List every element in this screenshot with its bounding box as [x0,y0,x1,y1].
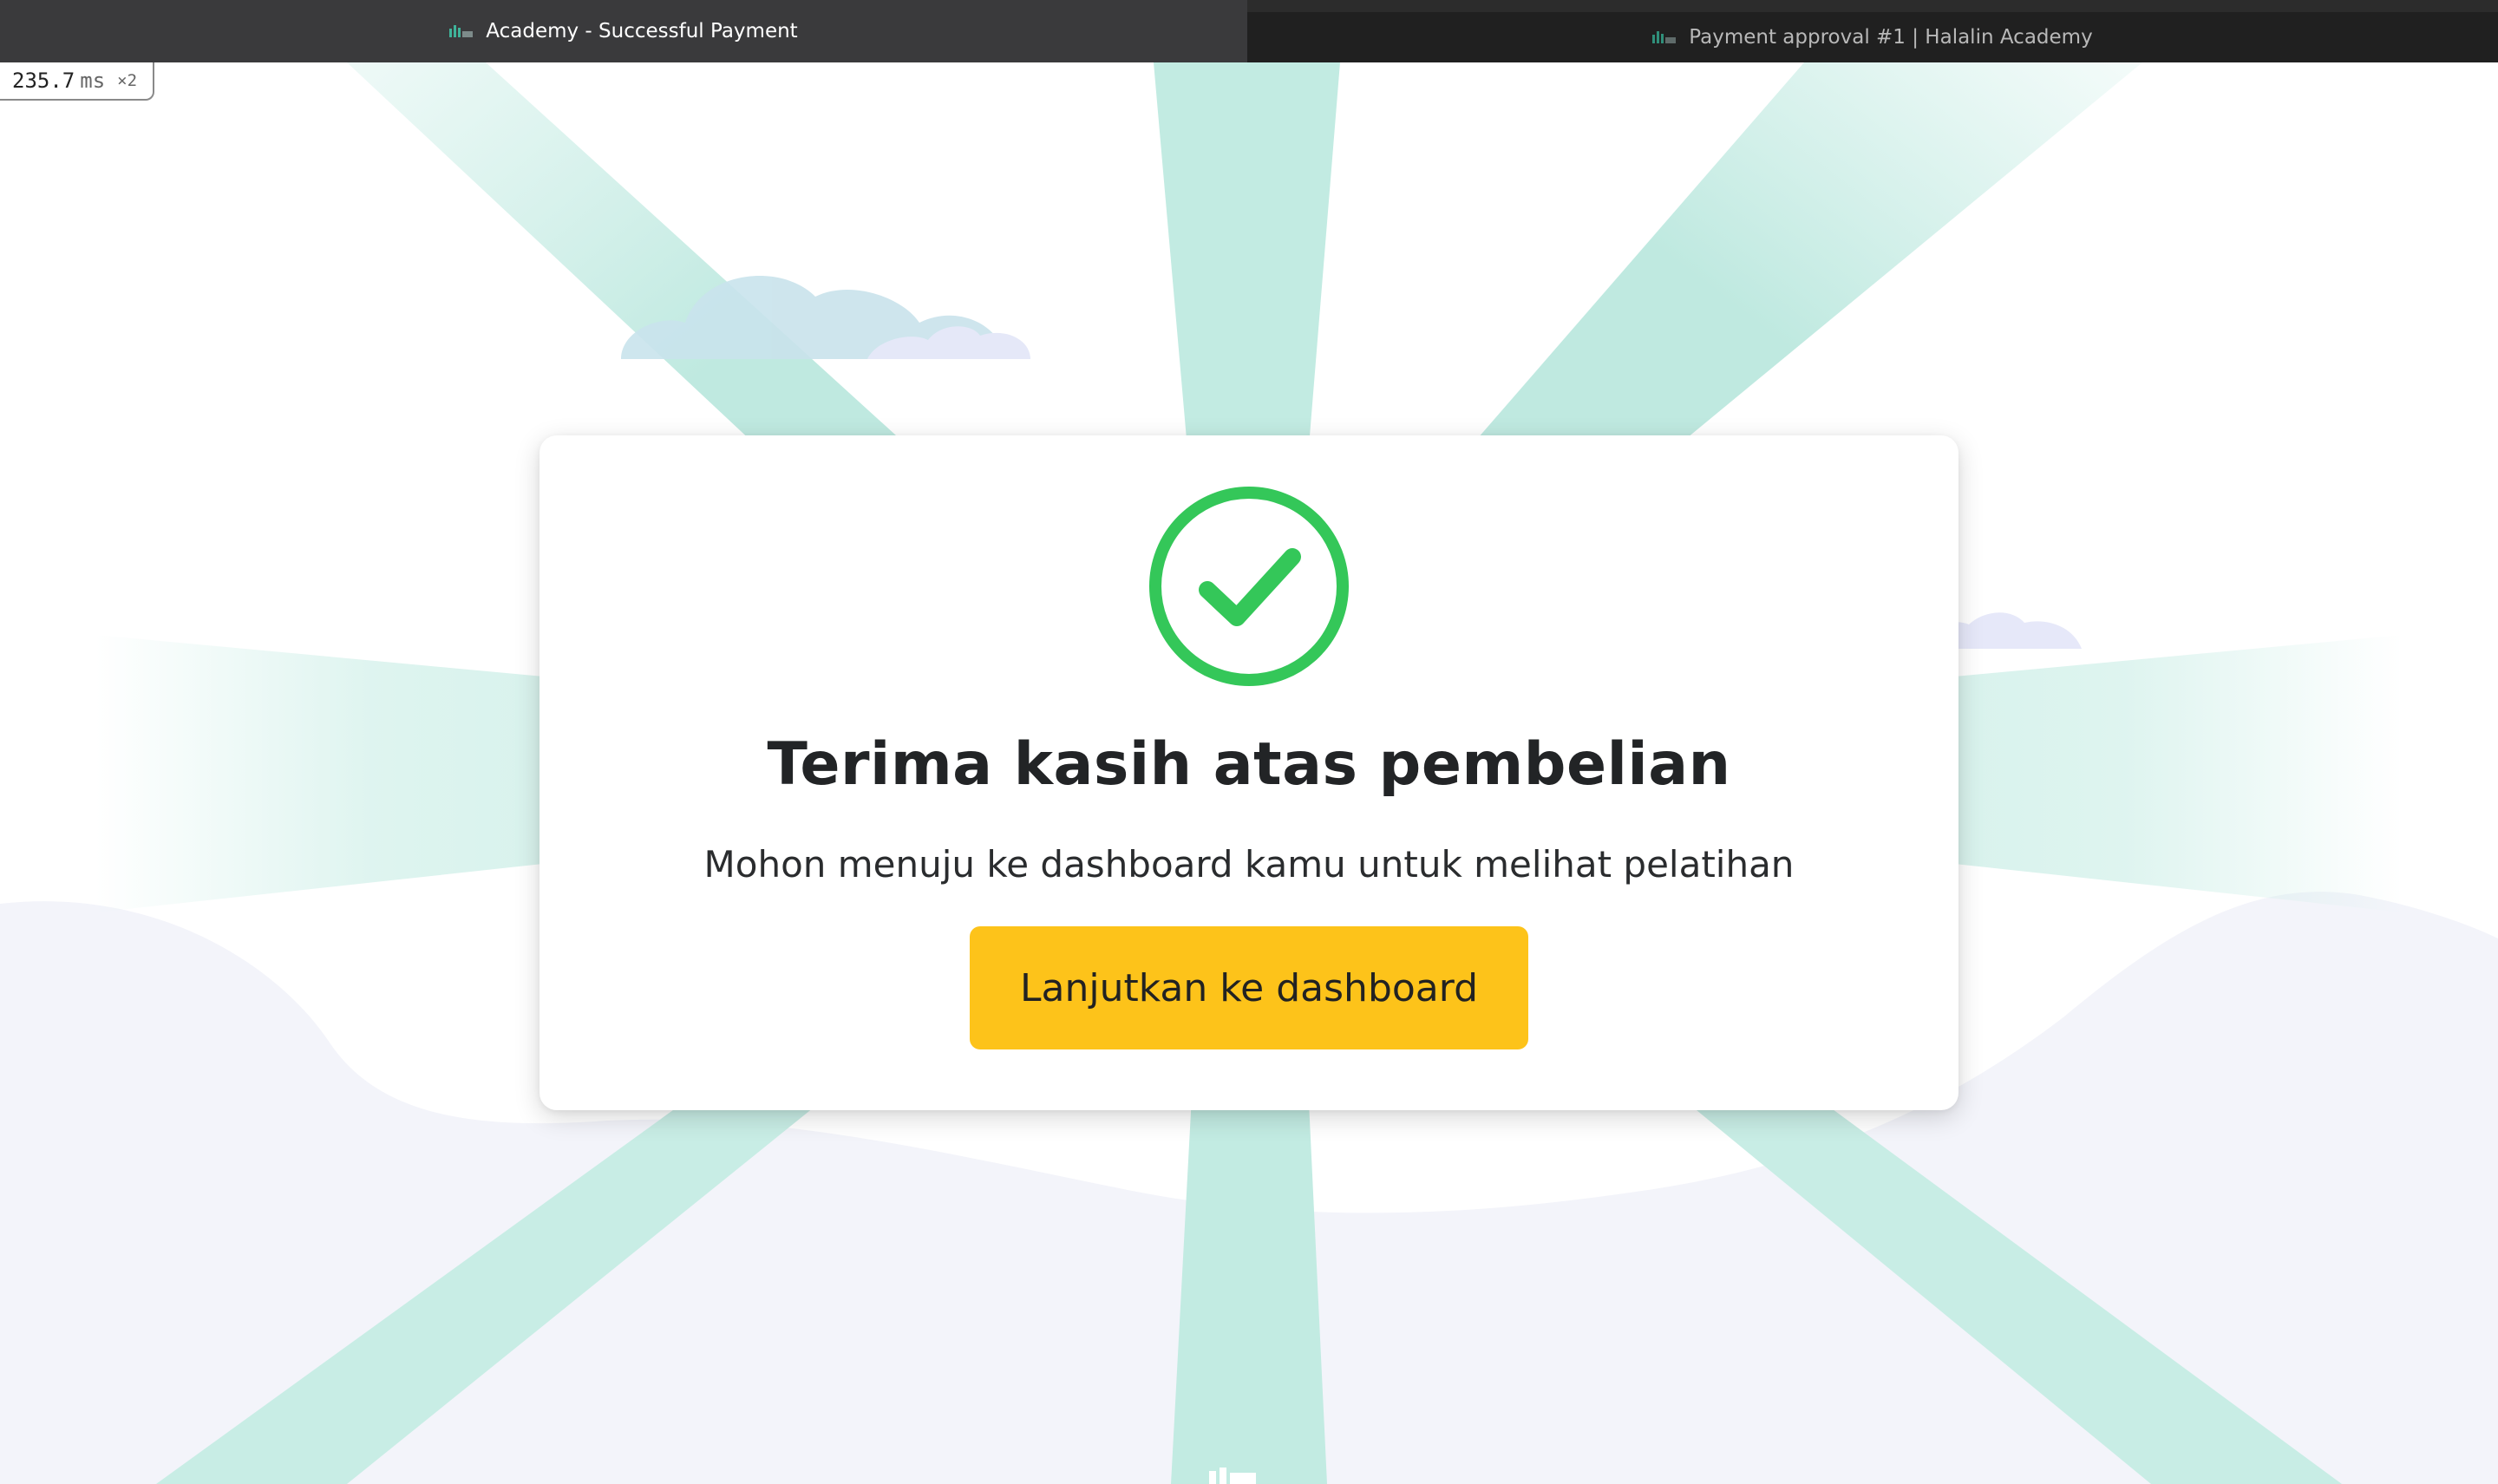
tab-payment-approval[interactable]: Payment approval #1 | Halalin Academy [1247,0,2498,62]
halalin-logo-icon [1652,31,1677,43]
success-title: Terima kasih atas pembelian [767,730,1731,799]
perf-value: 235.7 [12,69,75,93]
tab-academy-successful-payment[interactable]: Academy - Successful Payment [0,0,1247,62]
perf-multiplier: ×2 [117,71,138,90]
browser-tab-bar: Academy - Successful Payment Payment app… [0,0,2498,62]
success-message: Mohon menuju ke dashboard kamu untuk mel… [703,843,1795,886]
halalin-logo-icon [449,25,474,37]
halalin-logo-icon [1209,1468,1256,1484]
page-background: Terima kasih atas pembelian Mohon menuju… [0,62,2498,1484]
tab-title: Payment approval #1 | Halalin Academy [1689,26,2093,49]
payment-success-card: Terima kasih atas pembelian Mohon menuju… [539,435,1959,1110]
check-circle-icon [1149,487,1349,686]
performance-badge: 235.7 ms ×2 [0,62,155,101]
go-to-dashboard-button[interactable]: Lanjutkan ke dashboard [970,926,1528,1049]
tab-title: Academy - Successful Payment [486,20,798,42]
perf-unit: ms [80,69,106,93]
